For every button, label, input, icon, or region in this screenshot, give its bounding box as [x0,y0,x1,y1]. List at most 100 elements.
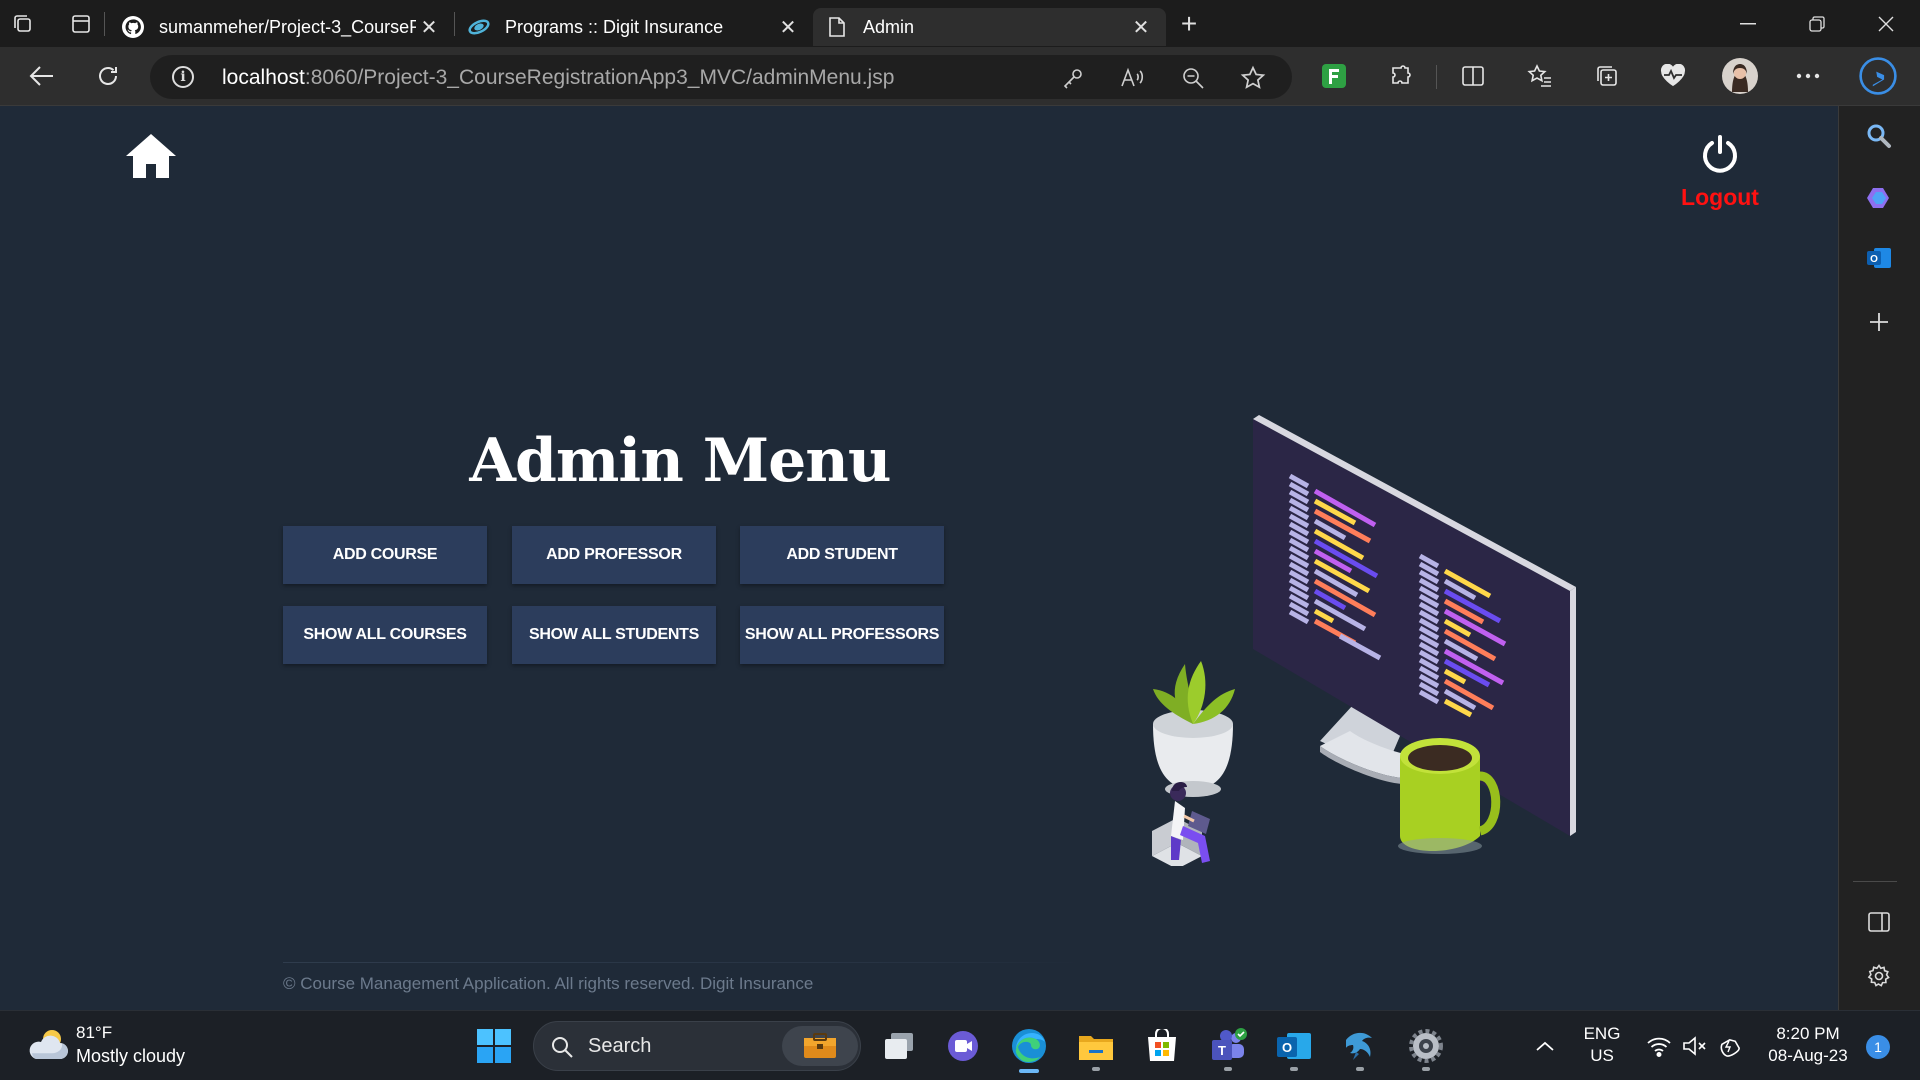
tab-close-icon[interactable]: ✕ [416,14,442,40]
running-app-indicator [1224,1067,1232,1071]
taskbar-search-box[interactable]: Search [533,1021,861,1071]
tab-admin[interactable]: Admin ✕ [813,8,1166,46]
close-window-icon[interactable] [1851,0,1920,47]
toolbar-separator [1436,65,1437,89]
browser-toolbar: i localhost:8060/Project-3_CourseRegistr… [0,47,1920,106]
tab-label: Admin [863,16,915,37]
settings-gear-icon[interactable] [1403,1023,1449,1071]
tab-actions-icon[interactable] [58,0,104,47]
digit-logo-icon [467,15,491,39]
favorites-icon[interactable] [1520,56,1560,96]
svg-text:T: T [1218,1043,1226,1058]
password-key-icon[interactable] [1060,65,1086,91]
running-app-indicator [1290,1067,1298,1071]
edge-sidebar: O [1838,106,1920,1010]
region-code: US [1590,1046,1614,1065]
show-all-courses-button[interactable]: SHOW ALL COURSES [283,606,487,664]
outlook-taskbar-icon[interactable]: O [1271,1023,1317,1071]
search-icon[interactable] [1859,116,1899,156]
tab-github[interactable]: sumanmeher/Project-3_CourseRe ✕ [109,8,454,46]
tab-close-icon[interactable]: ✕ [1128,14,1154,40]
admin-menu-page: Logout Admin Menu ADD COURSE ADD PROFESS… [0,106,1838,1010]
input-language[interactable]: ENG US [1580,1023,1624,1067]
svg-text:O: O [1870,254,1878,265]
show-all-professors-button[interactable]: SHOW ALL PROFESSORS [740,606,944,664]
running-app-indicator [1422,1067,1430,1071]
sidebar-settings-icon[interactable] [1859,956,1899,996]
add-professor-button[interactable]: ADD PROFESSOR [512,526,716,584]
add-student-button[interactable]: ADD STUDENT [740,526,944,584]
weather-description[interactable]: Mostly cloudy [76,1046,185,1067]
add-sidebar-app-icon[interactable] [1859,302,1899,342]
tab-separator [104,11,105,36]
new-tab-icon[interactable]: + [1166,0,1212,47]
windows-start-icon[interactable] [471,1023,517,1069]
running-app-indicator [1092,1067,1100,1071]
tab-label: sumanmeher/Project-3_CourseRe [159,16,416,37]
page-title: Admin Menu [469,426,891,496]
tab-close-icon[interactable]: ✕ [775,14,801,40]
restore-icon[interactable] [1782,0,1851,47]
browser-essentials-icon[interactable] [1653,56,1693,96]
more-options-icon[interactable] [1788,56,1828,96]
github-icon [121,15,145,39]
browser-tab-strip: sumanmeher/Project-3_CourseRe ✕ Programs… [0,0,1920,47]
weather-cloud-icon[interactable] [26,1027,68,1063]
mysql-workbench-icon[interactable] [1337,1023,1383,1071]
minimize-icon[interactable] [1713,0,1782,47]
sidebar-divider [1853,881,1897,882]
running-app-indicator [1356,1067,1364,1071]
search-label: Search [588,1035,652,1057]
clock-date: 08-Aug-23 [1768,1046,1848,1065]
teams-chat-icon[interactable] [940,1023,986,1069]
footer-copyright: © Course Management Application. All rig… [283,974,814,993]
address-bar[interactable]: i localhost:8060/Project-3_CourseRegistr… [150,55,1292,99]
search-highlight-icon [782,1026,858,1066]
windows-taskbar: 81°F Mostly cloudy Search T O ENG US 8:2… [0,1010,1920,1080]
extension-green-icon[interactable] [1314,56,1354,96]
task-view-icon[interactable] [876,1023,922,1069]
search-icon [552,1037,573,1058]
clock-time: 8:20 PM [1776,1024,1840,1043]
notification-badge[interactable]: 1 [1866,1035,1890,1059]
microsoft-store-icon[interactable] [1139,1023,1185,1069]
volume-muted-icon[interactable] [1682,1033,1708,1059]
hide-sidebar-icon[interactable] [1859,902,1899,942]
bing-copilot-icon[interactable] [1858,56,1898,96]
show-hidden-icons-chevron-icon[interactable] [1532,1033,1558,1059]
page-icon [825,15,849,39]
developer-illustration [1152,415,1576,866]
copilot-icon[interactable] [1859,178,1899,218]
url-text[interactable]: localhost:8060/Project-3_CourseRegistrat… [222,66,894,90]
workspaces-icon[interactable] [0,0,46,47]
power-icon [1703,135,1737,173]
active-app-indicator [1019,1069,1039,1073]
collections-icon[interactable] [1587,56,1627,96]
edge-browser-icon[interactable] [1006,1023,1052,1073]
svg-text:O: O [1282,1040,1292,1055]
site-info-icon[interactable]: i [172,66,194,88]
battery-charging-icon[interactable] [1718,1033,1744,1059]
home-icon[interactable] [125,132,177,180]
add-course-button[interactable]: ADD COURSE [283,526,487,584]
back-arrow-icon[interactable] [22,56,62,96]
favorite-star-icon[interactable] [1240,65,1266,91]
tab-label: Programs :: Digit Insurance [505,16,724,37]
refresh-icon[interactable] [88,56,128,96]
tab-digit-insurance[interactable]: Programs :: Digit Insurance ✕ [455,8,813,46]
zoom-out-icon[interactable] [1180,65,1206,91]
split-screen-icon[interactable] [1453,56,1493,96]
clock[interactable]: 8:20 PM 08-Aug-23 [1760,1023,1856,1067]
file-explorer-icon[interactable] [1073,1023,1119,1071]
wifi-icon[interactable] [1646,1033,1672,1059]
profile-avatar[interactable] [1720,56,1760,96]
extensions-puzzle-icon[interactable] [1381,56,1421,96]
read-aloud-icon[interactable] [1120,65,1146,91]
teams-icon[interactable]: T [1205,1023,1251,1071]
weather-temperature[interactable]: 81°F [76,1023,112,1043]
outlook-icon[interactable]: O [1859,238,1899,278]
logout-link[interactable]: Logout [1670,134,1770,211]
show-all-students-button[interactable]: SHOW ALL STUDENTS [512,606,716,664]
language-code: ENG [1583,1024,1621,1043]
footer-divider [283,962,1083,963]
